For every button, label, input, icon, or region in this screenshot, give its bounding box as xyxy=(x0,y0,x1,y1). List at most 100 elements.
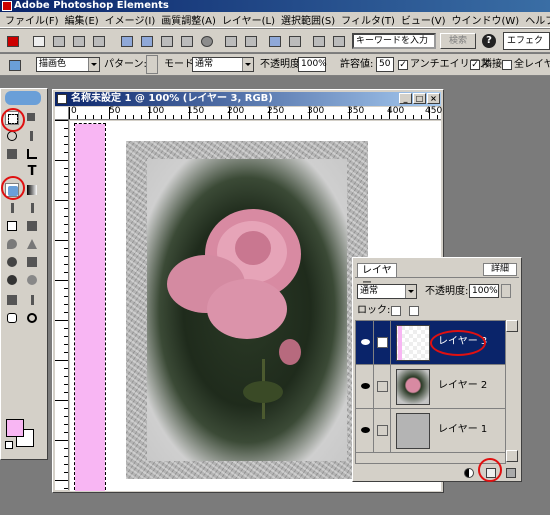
layers-scrollbar[interactable] xyxy=(505,320,518,464)
help-search-button[interactable]: 検索 xyxy=(440,33,476,49)
step-forward-button[interactable] xyxy=(330,33,346,48)
lock-all-checkbox[interactable] xyxy=(409,306,419,316)
opacity-slider-button[interactable] xyxy=(326,58,334,72)
menu-select[interactable]: 選択範囲(S) xyxy=(278,12,338,27)
opacity-field[interactable]: 100% xyxy=(298,57,327,72)
current-tool-indicator[interactable] xyxy=(6,57,22,72)
all-layers-checkbox[interactable] xyxy=(502,60,512,70)
magic-wand-tool[interactable] xyxy=(25,129,39,143)
hand-tool[interactable] xyxy=(5,311,19,325)
menu-image[interactable]: イメージ(I) xyxy=(102,12,159,27)
clone-stamp-tool[interactable] xyxy=(5,293,19,307)
document-title-bar[interactable]: 名称未設定 1 @ 100% (レイヤー 3, RGB) _ □ × xyxy=(55,92,441,106)
ruler-origin[interactable] xyxy=(55,107,69,120)
layer-row-1[interactable]: レイヤー 1 xyxy=(356,409,516,453)
scroll-up-arrow[interactable] xyxy=(506,320,518,332)
pencil-tool[interactable] xyxy=(25,201,39,215)
undo-button[interactable] xyxy=(266,33,282,48)
brush-tool[interactable] xyxy=(5,201,19,215)
type-tool[interactable]: T xyxy=(25,165,39,179)
crop-tool[interactable] xyxy=(25,147,39,161)
eyedropper-tool[interactable] xyxy=(25,293,39,307)
print-preview-button[interactable] xyxy=(242,33,258,48)
close-button[interactable]: × xyxy=(427,93,440,104)
toolbox: T xyxy=(0,88,48,460)
menu-window[interactable]: ウインドウ(W) xyxy=(449,12,523,27)
red-eye-brush-tool[interactable] xyxy=(25,219,39,233)
move-tool[interactable] xyxy=(25,111,39,125)
tolerance-field[interactable]: 50 xyxy=(376,57,394,72)
layer-row-2[interactable]: レイヤー 2 xyxy=(356,365,516,409)
menu-layer[interactable]: レイヤー(L) xyxy=(219,12,278,27)
help-search-input[interactable]: キーワードを入力 xyxy=(352,33,436,49)
blur-tool[interactable] xyxy=(5,237,19,251)
import-button[interactable] xyxy=(90,33,106,48)
layers-details-button[interactable]: 詳細 xyxy=(483,263,517,276)
pattern-picker[interactable] xyxy=(146,55,158,74)
layer-opacity-slider-button[interactable] xyxy=(501,284,511,298)
layers-tab[interactable]: レイヤー xyxy=(357,263,397,289)
palette-well-effects-tab[interactable]: エフェク xyxy=(503,32,550,50)
ruler-tick xyxy=(55,160,68,161)
layer-blend-mode-dropdown[interactable]: 通常 xyxy=(357,284,417,299)
lock-transparency-checkbox[interactable] xyxy=(391,306,401,316)
menu-filter[interactable]: フィルタ(T) xyxy=(338,12,398,27)
ruler-tick xyxy=(55,280,68,281)
antialias-checkbox[interactable]: ✓ xyxy=(398,60,408,70)
layer-3-visibility[interactable] xyxy=(358,321,374,365)
step-backward-button[interactable] xyxy=(310,33,326,48)
eraser-tool[interactable] xyxy=(5,219,19,233)
foreground-color-swatch[interactable] xyxy=(6,419,24,437)
layer-opacity-field[interactable]: 100% xyxy=(469,284,499,298)
swap-colors-icon[interactable] xyxy=(31,417,41,427)
lasso-icon xyxy=(7,131,17,141)
open-button[interactable] xyxy=(50,33,66,48)
scroll-down-arrow[interactable] xyxy=(506,450,518,462)
save-button[interactable] xyxy=(118,33,134,48)
new-file-button[interactable] xyxy=(30,33,46,48)
delete-layer-button[interactable] xyxy=(505,467,517,479)
sponge-tool[interactable] xyxy=(5,255,19,269)
contiguous-checkbox[interactable]: ✓ xyxy=(470,60,480,70)
attach-email-button[interactable] xyxy=(158,33,174,48)
minimize-button[interactable]: _ xyxy=(399,93,412,104)
vertical-ruler[interactable] xyxy=(55,120,69,490)
selection-brush-tool[interactable] xyxy=(5,147,19,161)
gradient-tool[interactable] xyxy=(25,183,39,197)
fill-source-dropdown[interactable]: 描画色 xyxy=(36,57,100,72)
default-colors-icon[interactable] xyxy=(5,441,13,449)
new-adjustment-layer-button[interactable] xyxy=(463,467,475,479)
horizontal-ruler[interactable]: 0 50 100 150 200 250 300 350 400 450 xyxy=(69,106,442,120)
adobe-online-button[interactable] xyxy=(4,33,20,48)
app-title: Adobe Photoshop Elements xyxy=(14,0,169,11)
brush-icon xyxy=(377,337,388,348)
layer-1-visibility[interactable] xyxy=(358,409,374,453)
smudge-tool[interactable] xyxy=(25,255,39,269)
sharpen-tool[interactable] xyxy=(25,237,39,251)
dodge-tool[interactable] xyxy=(5,273,19,287)
menu-enhance[interactable]: 画質調整(A) xyxy=(158,12,219,27)
dodge-icon xyxy=(7,275,17,285)
layer-2-visibility[interactable] xyxy=(358,365,374,409)
menu-file[interactable]: ファイル(F) xyxy=(2,12,62,27)
print-button[interactable] xyxy=(222,33,238,48)
blend-mode-dropdown[interactable]: 通常 xyxy=(192,57,254,72)
layer-3-link[interactable] xyxy=(375,321,391,365)
maximize-button[interactable]: □ xyxy=(413,93,426,104)
browse-button[interactable] xyxy=(70,33,86,48)
zoom-tool[interactable] xyxy=(25,311,39,325)
brush-icon xyxy=(11,203,14,213)
create-pdf-button[interactable] xyxy=(178,33,194,48)
help-button[interactable]: ? xyxy=(482,34,496,48)
menu-view[interactable]: ビュー(V) xyxy=(398,12,449,27)
save-for-web-button[interactable] xyxy=(138,33,154,48)
toolbox-header xyxy=(1,89,47,107)
redo-button[interactable] xyxy=(286,33,302,48)
menu-edit[interactable]: 編集(E) xyxy=(62,12,102,27)
layer-1-link[interactable] xyxy=(375,409,391,453)
menu-help[interactable]: ヘルプ(H) xyxy=(522,12,550,27)
ruler-tick xyxy=(397,115,398,119)
burn-tool[interactable] xyxy=(25,273,39,287)
online-services-button[interactable] xyxy=(198,33,214,48)
layer-2-link[interactable] xyxy=(375,365,391,409)
